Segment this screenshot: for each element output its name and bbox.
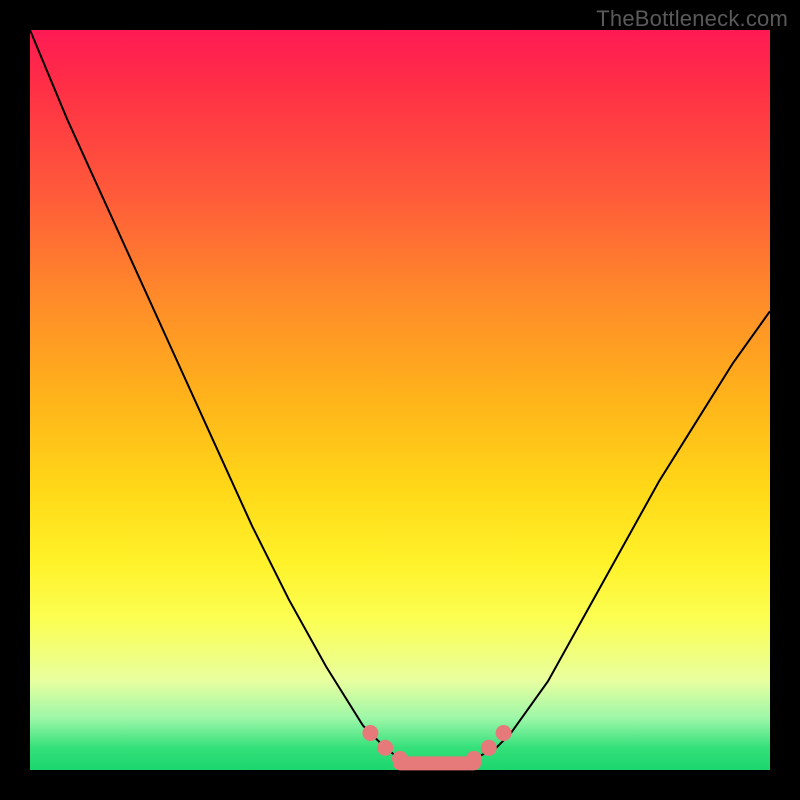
watermark-text: TheBottleneck.com: [596, 6, 788, 32]
curve-markers: [362, 725, 511, 767]
chart-frame: TheBottleneck.com: [0, 0, 800, 800]
plot-area: [30, 30, 770, 770]
bottleneck-curve: [30, 30, 770, 764]
bottleneck-curve-svg: [30, 30, 770, 770]
